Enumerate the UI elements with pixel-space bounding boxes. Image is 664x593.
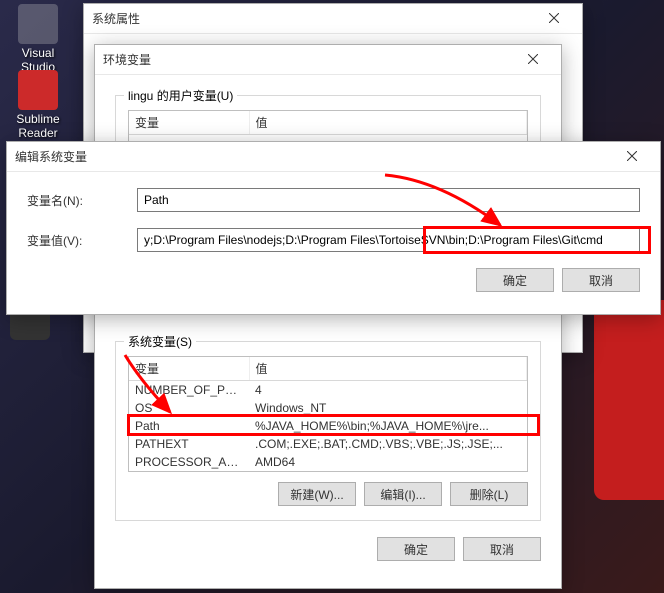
new-button[interactable]: 新建(W)... bbox=[278, 482, 356, 506]
var-value: %JAVA_HOME%\bin;%JAVA_HOME%\jre... bbox=[249, 417, 527, 435]
group-legend: 系统变量(S) bbox=[124, 333, 196, 350]
column-header-variable[interactable]: 变量 bbox=[129, 111, 249, 135]
var-name: NUMBER_OF_PR... bbox=[129, 381, 249, 400]
var-value: .COM;.EXE;.BAT;.CMD;.VBS;.VBE;.JS;.JSE;.… bbox=[249, 435, 527, 453]
desktop-icon[interactable]: Sublime Reader bbox=[8, 70, 68, 140]
ok-button[interactable]: 确定 bbox=[377, 537, 455, 561]
ok-button[interactable]: 确定 bbox=[476, 268, 554, 292]
system-variables-table[interactable]: 变量 值 NUMBER_OF_PR... 4 OS Windows_NT bbox=[128, 356, 528, 472]
background-object bbox=[594, 300, 664, 500]
table-row[interactable]: PATHEXT .COM;.EXE;.BAT;.CMD;.VBS;.VBE;.J… bbox=[129, 435, 527, 453]
table-row[interactable]: PROCESSOR_AR... AMD64 bbox=[129, 453, 527, 471]
titlebar: 环境变量 bbox=[95, 45, 561, 75]
cancel-button[interactable]: 取消 bbox=[463, 537, 541, 561]
window-title: 系统属性 bbox=[92, 10, 534, 27]
var-value: Windows_NT bbox=[249, 399, 527, 417]
window-title: 环境变量 bbox=[103, 51, 513, 68]
close-icon bbox=[627, 150, 637, 164]
titlebar: 编辑系统变量 bbox=[7, 142, 660, 172]
close-icon bbox=[528, 53, 538, 67]
var-name: Path bbox=[129, 417, 249, 435]
var-name: OS bbox=[129, 399, 249, 417]
variable-value-label: 变量值(V): bbox=[27, 232, 137, 249]
var-name: PATHEXT bbox=[129, 435, 249, 453]
cancel-button[interactable]: 取消 bbox=[562, 268, 640, 292]
close-button[interactable] bbox=[612, 143, 652, 171]
titlebar: 系统属性 bbox=[84, 4, 582, 34]
var-value: 4 bbox=[249, 381, 527, 400]
window-title: 编辑系统变量 bbox=[15, 148, 612, 165]
variable-value-input[interactable] bbox=[137, 228, 640, 252]
column-header-value[interactable]: 值 bbox=[249, 357, 527, 381]
table-row[interactable]: OS Windows_NT bbox=[129, 399, 527, 417]
system-variables-group: 系统变量(S) 变量 值 NUMBER_OF_PR... 4 OS bbox=[115, 341, 541, 521]
column-header-value[interactable]: 值 bbox=[249, 111, 527, 135]
edit-button[interactable]: 编辑(I)... bbox=[364, 482, 442, 506]
variable-name-input[interactable] bbox=[137, 188, 640, 212]
close-button[interactable] bbox=[513, 46, 553, 74]
table-row[interactable]: NUMBER_OF_PR... 4 bbox=[129, 381, 527, 400]
delete-button[interactable]: 删除(L) bbox=[450, 482, 528, 506]
column-header-variable[interactable]: 变量 bbox=[129, 357, 249, 381]
desktop-icon-label: Sublime Reader bbox=[16, 112, 59, 140]
table-row-path[interactable]: Path %JAVA_HOME%\bin;%JAVA_HOME%\jre... bbox=[129, 417, 527, 435]
edit-system-variable-dialog: 编辑系统变量 变量名(N): 变量值(V): 确定 取消 bbox=[6, 141, 661, 315]
variable-name-label: 变量名(N): bbox=[27, 192, 137, 209]
var-name: PROCESSOR_AR... bbox=[129, 453, 249, 471]
close-button[interactable] bbox=[534, 5, 574, 33]
var-value: AMD64 bbox=[249, 453, 527, 471]
group-legend: lingu 的用户变量(U) bbox=[124, 87, 237, 104]
close-icon bbox=[549, 12, 559, 26]
environment-variables-window: 环境变量 lingu 的用户变量(U) 变量 值 bbox=[94, 44, 562, 589]
